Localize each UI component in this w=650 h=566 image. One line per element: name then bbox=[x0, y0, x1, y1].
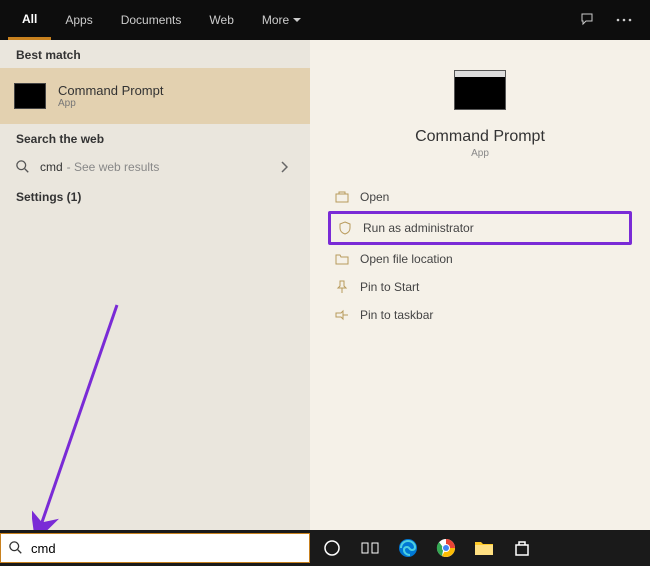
tab-apps[interactable]: Apps bbox=[51, 0, 106, 40]
web-result-item[interactable]: cmd - See web results bbox=[0, 152, 310, 182]
tab-documents[interactable]: Documents bbox=[107, 0, 196, 40]
action-pin-taskbar-label: Pin to taskbar bbox=[360, 308, 433, 322]
app-large-icon bbox=[454, 70, 506, 110]
action-open-location-label: Open file location bbox=[360, 252, 453, 266]
taskbar-task-view-icon[interactable] bbox=[358, 536, 382, 560]
command-prompt-icon bbox=[14, 83, 46, 109]
action-open-file-location[interactable]: Open file location bbox=[328, 245, 632, 273]
details-title: Command Prompt bbox=[415, 128, 545, 146]
feedback-icon[interactable] bbox=[570, 12, 606, 28]
action-open-label: Open bbox=[360, 190, 389, 204]
results-list: Best match Command Prompt App Search the… bbox=[0, 40, 310, 530]
action-run-admin-label: Run as administrator bbox=[363, 221, 474, 235]
best-match-item[interactable]: Command Prompt App bbox=[0, 68, 310, 124]
action-pin-to-taskbar[interactable]: Pin to taskbar bbox=[328, 301, 632, 329]
action-open[interactable]: Open bbox=[328, 183, 632, 211]
taskbar bbox=[0, 530, 650, 566]
best-match-subtitle: App bbox=[58, 98, 163, 109]
search-box[interactable] bbox=[0, 533, 310, 563]
tab-more[interactable]: More bbox=[248, 0, 315, 40]
search-icon bbox=[16, 160, 30, 174]
tab-more-label: More bbox=[262, 13, 289, 27]
action-pin-to-start[interactable]: Pin to Start bbox=[328, 273, 632, 301]
details-panel: Command Prompt App Open Run as administr… bbox=[310, 40, 650, 530]
taskbar-cortana-icon[interactable] bbox=[320, 536, 344, 560]
taskbar-store-icon[interactable] bbox=[510, 536, 534, 560]
search-results-panel: Best match Command Prompt App Search the… bbox=[0, 40, 650, 530]
shield-icon bbox=[337, 221, 353, 235]
chevron-right-icon bbox=[280, 161, 288, 173]
taskbar-chrome-icon[interactable] bbox=[434, 536, 458, 560]
chevron-down-icon bbox=[293, 18, 301, 22]
pin-taskbar-icon bbox=[334, 308, 350, 322]
web-hint: - See web results bbox=[67, 160, 160, 174]
tab-web[interactable]: Web bbox=[195, 0, 247, 40]
search-web-header: Search the web bbox=[0, 124, 310, 152]
web-query: cmd bbox=[40, 160, 63, 174]
settings-header: Settings (1) bbox=[0, 182, 310, 210]
folder-icon bbox=[334, 252, 350, 266]
best-match-header: Best match bbox=[0, 40, 310, 68]
taskbar-edge-icon[interactable] bbox=[396, 536, 420, 560]
search-input[interactable] bbox=[31, 541, 309, 556]
search-icon bbox=[9, 541, 23, 555]
taskbar-file-explorer-icon[interactable] bbox=[472, 536, 496, 560]
actions-list: Open Run as administrator Open file loca… bbox=[310, 183, 650, 329]
open-icon bbox=[334, 190, 350, 204]
search-filter-tabs: All Apps Documents Web More bbox=[0, 0, 650, 40]
pin-icon bbox=[334, 280, 350, 294]
details-subtitle: App bbox=[471, 148, 489, 159]
tab-all[interactable]: All bbox=[8, 0, 51, 40]
more-options-icon[interactable] bbox=[606, 18, 642, 22]
action-pin-start-label: Pin to Start bbox=[360, 280, 419, 294]
action-run-as-administrator[interactable]: Run as administrator bbox=[328, 211, 632, 245]
best-match-title: Command Prompt bbox=[58, 83, 163, 98]
